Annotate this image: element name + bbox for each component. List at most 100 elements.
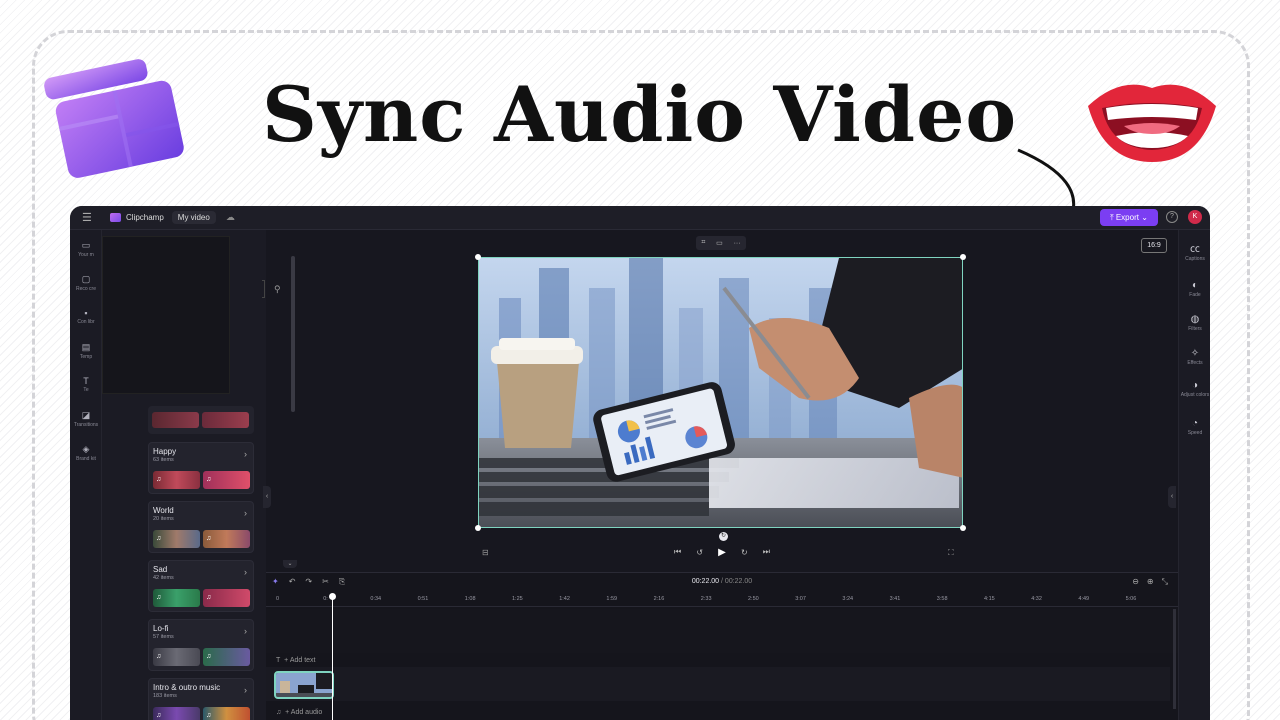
menu-icon[interactable]: ☰ [82,211,92,224]
ruler-tick-label: 0: [323,596,328,602]
rnav-label: Adjust colors [1180,392,1210,398]
skip-forward-icon[interactable]: ⏭ [763,547,770,557]
fade-icon: ◐ [1191,280,1199,291]
resize-handle[interactable] [960,525,966,531]
rnav-speed[interactable]: ◔ Speed [1179,418,1210,436]
category-card-intro-outro[interactable]: Intro & outro music 183 items › ♫ ♫ [148,678,254,720]
project-name-field[interactable]: My video [171,211,216,224]
rnav-adjust-colors[interactable]: ◑ Adjust colors [1179,380,1210,398]
filter-icon[interactable]: ⚲ [274,284,281,295]
clipchamp-editor-window: ☰ Clipchamp My video ☁ ⤒ Export ⌄ ? K ▭ Y… [70,206,1210,720]
help-icon[interactable]: ? [1166,211,1178,223]
captions-toggle-icon[interactable]: ⊟ [482,548,489,557]
playback-controls: ⏮ ↺ ▶ ↻ ⏭ [674,546,770,558]
track-thumbnail[interactable]: ♫ [203,530,250,548]
nav-item-media[interactable]: ▭ Your m [70,240,102,258]
add-text-row[interactable]: T + Add text [276,657,316,664]
avatar[interactable]: K [1188,210,1202,224]
rnav-filters[interactable]: ◍ Filters [1179,314,1210,332]
nav-label: Te [83,387,89,393]
add-audio-row[interactable]: ♫ + Add audio [276,709,322,716]
nav-item-templates[interactable]: ▤ Temp [70,342,102,360]
fit-timeline-icon[interactable]: ⤡ [1162,577,1168,587]
ruler-tick-label: 0:51 [417,596,429,602]
chevron-right-icon: › [244,449,247,459]
expand-timeline-button[interactable]: ⌄ [283,560,297,568]
video-clip[interactable] [274,671,334,699]
track-thumbnail[interactable] [202,412,249,428]
nav-item-record[interactable]: ▢ Reco cre [70,274,102,292]
rnav-label: Captions [1185,256,1205,262]
video-track[interactable] [266,667,1170,701]
empty-track-area[interactable] [266,609,1178,653]
skip-back-icon[interactable]: ⏮ [674,547,681,557]
ruler-tick-label: 4:49 [1078,596,1090,602]
rnav-effects[interactable]: ✧ Effects [1179,348,1210,366]
track-thumbnail[interactable] [152,412,199,428]
cloud-sync-icon[interactable]: ☁ [226,212,235,223]
category-card-lofi[interactable]: Lo-fi 57 items › ♫ ♫ [148,619,254,671]
panel-scrollbar[interactable] [291,256,295,412]
rewind-5-icon[interactable]: ↺ [696,548,703,557]
category-title: Lo-fi [153,624,169,633]
crop-icon[interactable]: ⌗ [701,239,705,247]
track-thumbnail[interactable]: ♫ [203,589,250,607]
zoom-out-icon[interactable]: ⊖ [1132,577,1139,587]
video-frame-image [479,258,962,527]
category-card-partial[interactable] [148,406,254,434]
playhead-handle[interactable] [329,593,336,600]
playhead[interactable] [332,595,333,720]
add-text-label: + Add text [284,657,316,664]
text-icon: T [83,376,89,386]
resize-handle[interactable] [475,254,481,260]
nav-item-text[interactable]: T Te [70,376,102,393]
aspect-ratio-button[interactable]: 16:9 [1141,238,1167,253]
track-thumbnail[interactable]: ♫ [153,648,200,666]
track-thumbnail[interactable]: ♫ [203,471,250,489]
category-card-sad[interactable]: Sad 42 items › ♫ ♫ [148,560,254,612]
category-count: 42 items [153,575,174,581]
rnav-captions[interactable]: ㏄ Captions [1179,240,1210,262]
total-time: / 00:22.00 [721,578,753,585]
track-thumbnail[interactable]: ♫ [153,589,200,607]
more-icon[interactable]: ··· [734,240,741,247]
rotate-handle-icon[interactable]: ↻ [719,532,728,541]
category-card-world[interactable]: World 20 items › ♫ ♫ [148,501,254,553]
video-preview[interactable] [478,257,963,528]
ruler-tick-label: 3:07 [795,596,806,602]
record-icon: ▢ [81,274,91,284]
adjust-colors-icon: ◑ [1191,380,1199,391]
search-field-edge[interactable] [262,280,265,298]
forward-5-icon[interactable]: ↻ [741,548,748,557]
category-card-happy[interactable]: Happy 63 items › ♫ ♫ [148,442,254,494]
ruler-tick-label: 1:59 [606,596,618,602]
nav-label: Temp [79,354,93,360]
preview-toolbar: ⌗ ▭ ··· [696,236,746,250]
rnav-fade[interactable]: ◐ Fade [1179,280,1210,298]
track-thumbnail[interactable]: ♫ [153,707,200,720]
fullscreen-icon[interactable]: ⛶ [948,548,954,558]
resize-handle[interactable] [475,525,481,531]
export-button[interactable]: ⤒ Export ⌄ [1100,209,1158,226]
play-icon[interactable]: ▶ [718,547,726,558]
nav-item-transitions[interactable]: ◪ Transitions [70,410,102,428]
rnav-label: Speed [1187,430,1203,436]
track-thumbnail[interactable]: ♫ [153,471,200,489]
collapse-right-panel-button[interactable]: ‹ [1168,486,1176,508]
track-thumbnail[interactable]: ♫ [203,648,250,666]
fit-icon[interactable]: ▭ [716,239,723,247]
collapse-left-panel-button[interactable]: ‹ [263,486,271,508]
time-display: 00:22.00 / 00:22.00 [266,578,1178,585]
timeline-scrollbar[interactable] [1173,609,1176,709]
timeline-ruler[interactable]: 0 0: 0:34 0:51 1:08 1:25 1:42 1:59 2:16 2:33 2:50 3… [266,593,1178,607]
track-thumbnail[interactable]: ♫ [203,707,250,720]
zoom-in-icon[interactable]: ⊕ [1147,577,1154,587]
ruler-tick-label: 0 [276,596,280,602]
nav-flyout-panel [102,236,230,394]
nav-item-content-library[interactable]: ▪ Con libr [70,308,102,325]
ruler-tick-label: 3:58 [936,596,948,602]
track-thumbnail[interactable]: ♫ [153,530,200,548]
category-title: World [153,506,174,515]
nav-item-brand-kit[interactable]: ◈ Brand kit [70,444,102,462]
resize-handle[interactable] [960,254,966,260]
